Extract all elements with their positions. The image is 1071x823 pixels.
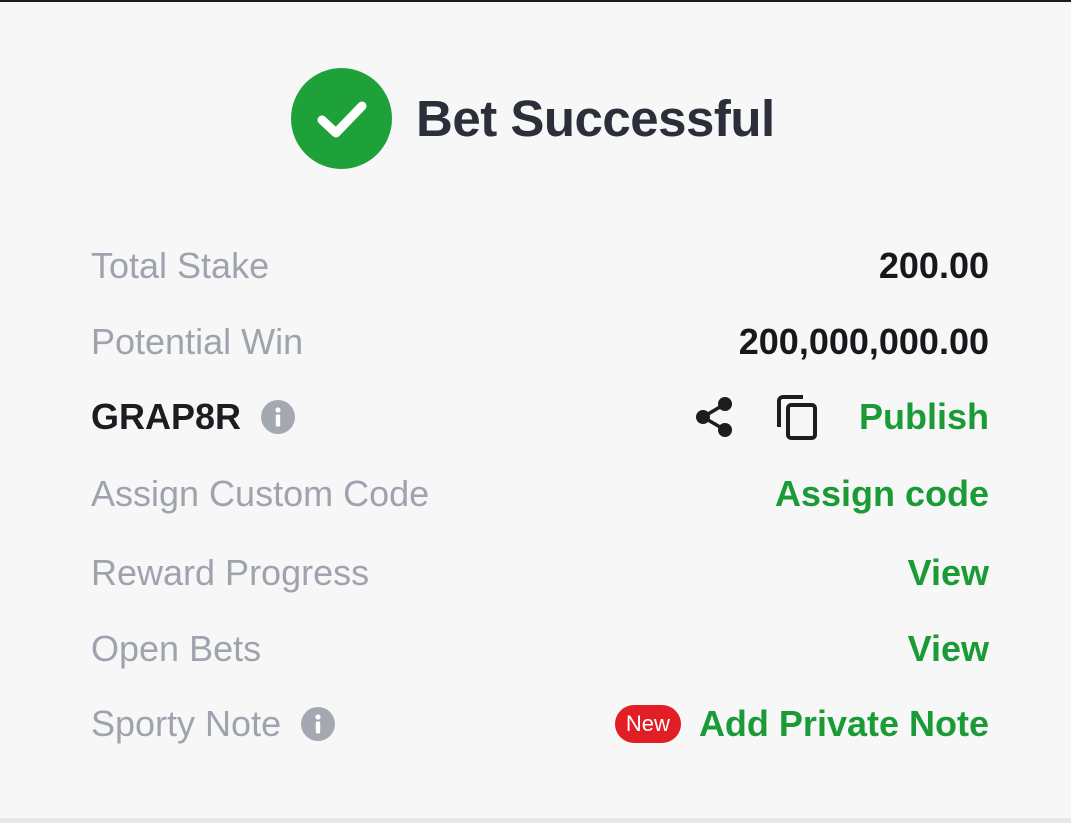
copy-icon[interactable] [775, 393, 821, 441]
open-bets-row: Open Bets View [91, 627, 989, 671]
open-bets-view-link[interactable]: View [908, 628, 989, 670]
sporty-note-label: Sporty Note [91, 703, 282, 744]
reward-progress-view-link[interactable]: View [908, 552, 989, 594]
custom-code-row: Assign Custom Code Assign code [91, 472, 989, 516]
custom-code-label: Assign Custom Code [91, 473, 430, 514]
assign-code-link[interactable]: Assign code [775, 473, 989, 515]
potential-win-row: Potential Win 200,000,000.00 [91, 320, 989, 364]
success-header: Bet Successful [291, 68, 775, 169]
sporty-note-label-wrap: Sporty Note [91, 703, 336, 745]
sporty-note-row: Sporty Note New Add Private Note [91, 702, 989, 746]
top-edge [0, 0, 1071, 2]
open-bets-label: Open Bets [91, 628, 262, 669]
add-private-note-link[interactable]: Add Private Note [699, 703, 989, 745]
page-title: Bet Successful [416, 90, 775, 147]
info-icon[interactable] [261, 400, 296, 434]
potential-win-label: Potential Win [91, 321, 304, 362]
total-stake-label: Total Stake [91, 245, 270, 286]
share-icon[interactable] [693, 395, 735, 439]
publish-link[interactable]: Publish [859, 396, 989, 438]
potential-win-value: 200,000,000.00 [738, 321, 989, 362]
booking-code-label: GRAP8R [91, 396, 296, 438]
booking-code-row: GRAP8R Publish [91, 393, 989, 441]
reward-progress-label: Reward Progress [91, 552, 370, 593]
bottom-divider [0, 818, 1071, 823]
sporty-note-actions: New Add Private Note [614, 703, 989, 745]
booking-code-actions: Publish [693, 393, 989, 441]
reward-progress-row: Reward Progress View [91, 551, 989, 595]
new-badge: New [614, 705, 681, 743]
check-circle-icon [291, 68, 392, 169]
booking-code: GRAP8R [91, 396, 242, 437]
info-icon[interactable] [301, 707, 336, 741]
total-stake-value: 200.00 [878, 245, 989, 286]
total-stake-row: Total Stake 200.00 [91, 244, 989, 288]
